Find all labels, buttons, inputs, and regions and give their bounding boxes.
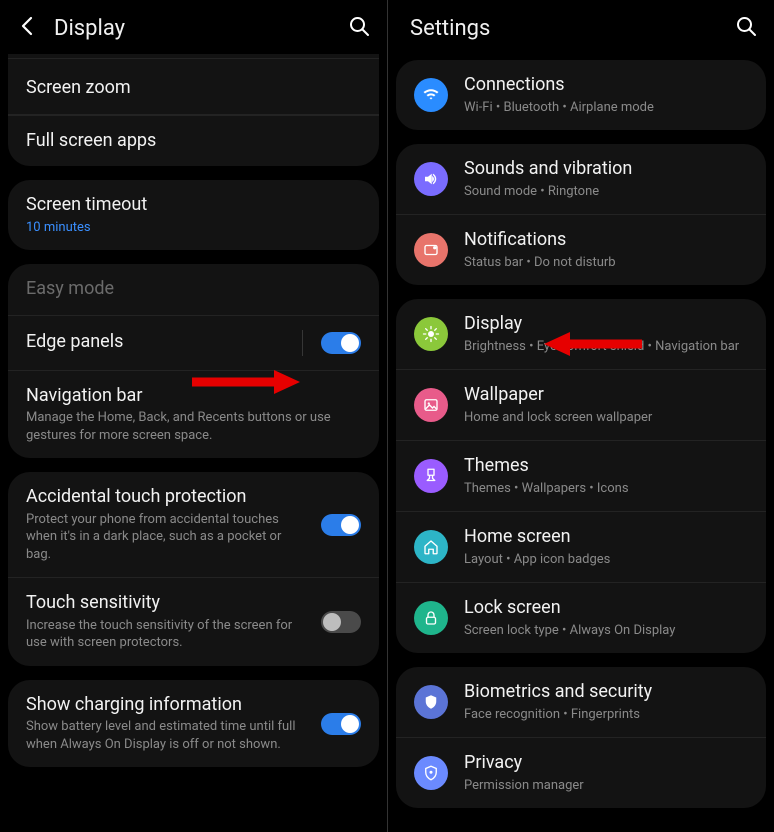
display-card-1: Screen zoom Full screen apps — [8, 54, 379, 166]
item-label: Show charging information — [26, 694, 307, 717]
item-sublabel: Layout • App icon badges — [464, 551, 748, 569]
divider — [302, 330, 303, 356]
item-full-screen-apps[interactable]: Full screen apps — [8, 115, 379, 167]
lock-icon — [414, 601, 448, 635]
search-icon[interactable] — [347, 14, 371, 42]
settings-card-security: Biometrics and security Face recognition… — [396, 667, 766, 808]
display-card-5: Show charging information Show battery l… — [8, 680, 379, 768]
item-sublabel: Wi-Fi • Bluetooth • Airplane mode — [464, 99, 748, 117]
item-touch-sensitivity[interactable]: Touch sensitivity Increase the touch sen… — [8, 577, 379, 666]
back-icon[interactable] — [16, 14, 40, 42]
item-sounds[interactable]: Sounds and vibration Sound mode • Ringto… — [396, 144, 766, 214]
search-icon[interactable] — [734, 14, 758, 42]
item-label: Biometrics and security — [464, 681, 748, 704]
item-sublabel: Manage the Home, Back, and Recents butto… — [26, 409, 361, 444]
notification-icon — [414, 233, 448, 267]
item-label: Edge panels — [26, 331, 288, 354]
item-sublabel: Increase the touch sensitivity of the sc… — [26, 617, 307, 652]
item-edge-panels[interactable]: Edge panels — [8, 315, 379, 370]
page-title: Display — [54, 16, 333, 41]
page-title: Settings — [410, 16, 720, 41]
item-label: Wallpaper — [464, 384, 748, 407]
item-sublabel: Home and lock screen wallpaper — [464, 409, 748, 427]
touch-sensitivity-toggle[interactable] — [321, 611, 361, 633]
item-sublabel: Sound mode • Ringtone — [464, 183, 748, 201]
item-notifications[interactable]: Notifications Status bar • Do not distur… — [396, 214, 766, 285]
item-label: Sounds and vibration — [464, 158, 748, 181]
item-label: Notifications — [464, 229, 748, 252]
item-wallpaper[interactable]: Wallpaper Home and lock screen wallpaper — [396, 369, 766, 440]
display-card-2: Screen timeout 10 minutes — [8, 180, 379, 250]
accidental-touch-toggle[interactable] — [321, 514, 361, 536]
show-charging-toggle[interactable] — [321, 713, 361, 735]
item-sublabel: Brightness • Eye comfort shield • Naviga… — [464, 338, 748, 356]
item-sublabel: Show battery level and estimated time un… — [26, 718, 307, 753]
shield-icon — [414, 756, 448, 790]
item-screen-zoom[interactable]: Screen zoom — [8, 58, 379, 115]
item-label: Lock screen — [464, 597, 748, 620]
display-card-3: Easy mode Edge panels Navigation bar Man… — [8, 264, 379, 458]
item-lock-screen[interactable]: Lock screen Screen lock type • Always On… — [396, 582, 766, 653]
item-accidental-touch[interactable]: Accidental touch protection Protect your… — [8, 472, 379, 577]
item-sublabel: Protect your phone from accidental touch… — [26, 511, 307, 564]
settings-card-connections: Connections Wi-Fi • Bluetooth • Airplane… — [396, 60, 766, 130]
item-label: Connections — [464, 74, 748, 97]
item-sublabel: 10 minutes — [26, 219, 361, 237]
settings-card-sound: Sounds and vibration Sound mode • Ringto… — [396, 144, 766, 285]
display-header: Display — [0, 0, 387, 60]
volume-icon — [414, 162, 448, 196]
shield-icon — [414, 685, 448, 719]
item-biometrics[interactable]: Biometrics and security Face recognition… — [396, 667, 766, 737]
item-label: Home screen — [464, 526, 748, 549]
item-show-charging[interactable]: Show charging information Show battery l… — [8, 680, 379, 768]
home-icon — [414, 530, 448, 564]
brush-icon — [414, 459, 448, 493]
item-navigation-bar[interactable]: Navigation bar Manage the Home, Back, an… — [8, 370, 379, 459]
item-screen-timeout[interactable]: Screen timeout 10 minutes — [8, 180, 379, 250]
settings-header: Settings — [388, 0, 774, 60]
item-sublabel: Permission manager — [464, 777, 748, 795]
display-card-4: Accidental touch protection Protect your… — [8, 472, 379, 666]
display-settings-screen: Display Screen zoom Full screen apps Scr… — [0, 0, 387, 832]
item-connections[interactable]: Connections Wi-Fi • Bluetooth • Airplane… — [396, 60, 766, 130]
item-easy-mode[interactable]: Easy mode — [8, 264, 379, 315]
item-sublabel: Screen lock type • Always On Display — [464, 622, 748, 640]
item-privacy[interactable]: Privacy Permission manager — [396, 737, 766, 808]
item-label: Themes — [464, 455, 748, 478]
item-display[interactable]: Display Brightness • Eye comfort shield … — [396, 299, 766, 369]
settings-card-display: Display Brightness • Eye comfort shield … — [396, 299, 766, 653]
item-label: Screen zoom — [26, 77, 361, 100]
item-label: Accidental touch protection — [26, 486, 307, 509]
sun-icon — [414, 317, 448, 351]
wifi-icon — [414, 78, 448, 112]
item-label: Screen timeout — [26, 194, 361, 217]
image-icon — [414, 388, 448, 422]
item-sublabel: Status bar • Do not disturb — [464, 254, 748, 272]
item-label: Full screen apps — [26, 130, 361, 153]
item-label: Touch sensitivity — [26, 592, 307, 615]
settings-screen: Settings Connections Wi-Fi • Bluetooth •… — [387, 0, 774, 832]
item-label: Privacy — [464, 752, 748, 775]
item-label: Easy mode — [26, 278, 361, 301]
item-label: Display — [464, 313, 748, 336]
item-label: Navigation bar — [26, 385, 361, 408]
item-home-screen[interactable]: Home screen Layout • App icon badges — [396, 511, 766, 582]
item-sublabel: Themes • Wallpapers • Icons — [464, 480, 748, 498]
item-sublabel: Face recognition • Fingerprints — [464, 706, 748, 724]
edge-panels-toggle[interactable] — [321, 332, 361, 354]
item-themes[interactable]: Themes Themes • Wallpapers • Icons — [396, 440, 766, 511]
